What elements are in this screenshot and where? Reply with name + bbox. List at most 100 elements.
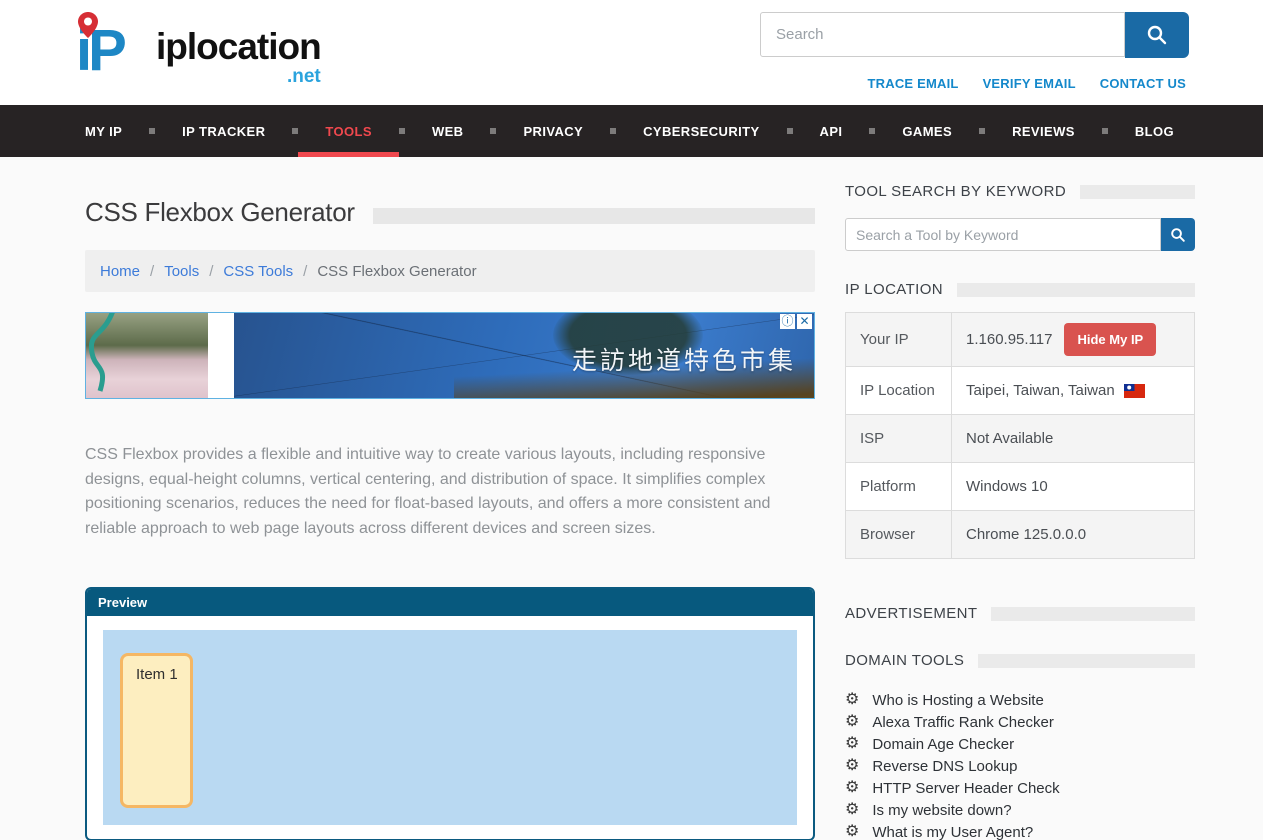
heading-decoration-bar [1080, 185, 1195, 199]
nav-item-my-ip[interactable]: MY IP [85, 105, 122, 157]
nav-item-web[interactable]: WEB [432, 105, 464, 157]
header-search-button[interactable] [1125, 12, 1189, 58]
nav-item-privacy[interactable]: PRIVACY [523, 105, 583, 157]
flexbox-demo-container: Item 1 [103, 630, 797, 825]
tool-search-button[interactable] [1161, 218, 1195, 251]
ad-info-icon[interactable]: ⓘ [780, 314, 795, 329]
domain-tools-heading: DOMAIN TOOLS [845, 652, 964, 669]
tool-search-heading: TOOL SEARCH BY KEYWORD [845, 183, 1066, 200]
breadcrumb-tools-link[interactable]: Tools [164, 263, 199, 280]
breadcrumb-css-tools-link[interactable]: CSS Tools [223, 263, 293, 280]
ad-banner[interactable]: 走訪地道特色市集 ⓘ ✕ [85, 312, 815, 399]
preview-panel-title: Preview [87, 589, 813, 616]
site-header: iP iplocation .net TRACE EMAIL VERIFY EM… [0, 0, 1263, 105]
nav-separator [1102, 128, 1108, 134]
preview-panel: Preview Item 1 [85, 587, 815, 840]
breadcrumb-current: CSS Flexbox Generator [317, 263, 476, 280]
nav-separator [490, 128, 496, 134]
domain-tool-link[interactable]: What is my User Agent? [872, 824, 1033, 840]
header-search [760, 12, 1189, 58]
table-row: IP Location Taipei, Taiwan, Taiwan [846, 367, 1194, 415]
nav-item-cybersecurity[interactable]: CYBERSECURITY [643, 105, 759, 157]
site-logo[interactable]: iP iplocation .net [76, 10, 321, 92]
gear-icon: ⚙ [845, 824, 859, 840]
heading-decoration-bar [991, 607, 1195, 621]
ad-squiggle-graphic [86, 313, 208, 400]
nav-item-games[interactable]: GAMES [902, 105, 952, 157]
preview-panel-body: Item 1 [87, 616, 813, 839]
table-row: Your IP 1.160.95.117 Hide My IP [846, 313, 1194, 367]
page-title: CSS Flexbox Generator [85, 197, 355, 228]
heading-decoration-bar [978, 654, 1195, 668]
gear-icon: ⚙ [845, 780, 859, 796]
breadcrumb: Home / Tools / CSS Tools / CSS Flexbox G… [85, 250, 815, 292]
trace-email-link[interactable]: TRACE EMAIL [868, 76, 959, 91]
ip-location-value: Taipei, Taiwan, Taiwan [966, 382, 1115, 399]
list-item[interactable]: ⚙ Who is Hosting a Website [845, 689, 1195, 711]
taiwan-flag-icon [1124, 384, 1145, 398]
domain-tools-list: ⚙ Who is Hosting a Website ⚙ Alexa Traff… [845, 689, 1195, 840]
nav-item-api[interactable]: API [820, 105, 843, 157]
list-item[interactable]: ⚙ HTTP Server Header Check [845, 777, 1195, 799]
ip-info-table: Your IP 1.160.95.117 Hide My IP IP Locat… [845, 312, 1195, 559]
list-item[interactable]: ⚙ Is my website down? [845, 799, 1195, 821]
row-label: Browser [846, 511, 952, 558]
logo-monogram: iP [76, 10, 154, 92]
tool-search [845, 218, 1195, 251]
nav-item-blog[interactable]: BLOG [1135, 105, 1174, 157]
breadcrumb-home-link[interactable]: Home [100, 263, 140, 280]
list-item[interactable]: ⚙ What is my User Agent? [845, 821, 1195, 840]
nav-item-tools[interactable]: TOOLS [325, 105, 372, 157]
isp-value: Not Available [966, 430, 1053, 447]
sidebar: TOOL SEARCH BY KEYWORD IP LOCATION Y [845, 157, 1195, 840]
flexbox-demo-item: Item 1 [120, 653, 193, 808]
gear-icon: ⚙ [845, 758, 859, 774]
nav-separator [979, 128, 985, 134]
domain-tool-link[interactable]: HTTP Server Header Check [872, 780, 1059, 797]
nav-separator [292, 128, 298, 134]
nav-item-reviews[interactable]: REVIEWS [1012, 105, 1075, 157]
gear-icon: ⚙ [845, 714, 859, 730]
gear-icon: ⚙ [845, 692, 859, 708]
main-nav: MY IP IP TRACKER TOOLS WEB PRIVACY CYBER… [0, 105, 1263, 157]
row-label: Your IP [846, 313, 952, 366]
verify-email-link[interactable]: VERIFY EMAIL [983, 76, 1076, 91]
advertisement-heading: ADVERTISEMENT [845, 605, 977, 622]
nav-separator [869, 128, 875, 134]
domain-tool-link[interactable]: Domain Age Checker [872, 736, 1014, 753]
domain-tool-link[interactable]: Is my website down? [872, 802, 1011, 819]
heading-decoration-bar [957, 283, 1195, 297]
list-item[interactable]: ⚙ Reverse DNS Lookup [845, 755, 1195, 777]
search-icon [1146, 24, 1168, 46]
gear-icon: ⚙ [845, 802, 859, 818]
breadcrumb-separator: / [150, 263, 154, 280]
ad-image-building: 走訪地道特色市集 ⓘ ✕ [234, 313, 814, 398]
nav-separator [610, 128, 616, 134]
list-item[interactable]: ⚙ Alexa Traffic Rank Checker [845, 711, 1195, 733]
page-content: CSS Flexbox Generator Home / Tools / CSS… [0, 157, 1263, 840]
your-ip-value: 1.160.95.117 [966, 331, 1052, 348]
domain-tool-link[interactable]: Alexa Traffic Rank Checker [872, 714, 1053, 731]
nav-item-ip-tracker[interactable]: IP TRACKER [182, 105, 265, 157]
tool-search-input[interactable] [845, 218, 1161, 251]
list-item[interactable]: ⚙ Domain Age Checker [845, 733, 1195, 755]
nav-separator [149, 128, 155, 134]
row-label: IP Location [846, 367, 952, 414]
contact-us-link[interactable]: CONTACT US [1100, 76, 1186, 91]
domain-tool-link[interactable]: Who is Hosting a Website [872, 692, 1043, 709]
logo-name: iplocation [156, 26, 321, 67]
title-decoration-bar [373, 208, 815, 224]
header-search-input[interactable] [760, 12, 1125, 57]
platform-value: Windows 10 [966, 478, 1048, 495]
breadcrumb-separator: / [303, 263, 307, 280]
nav-separator [787, 128, 793, 134]
gear-icon: ⚙ [845, 736, 859, 752]
hide-my-ip-button[interactable]: Hide My IP [1064, 323, 1156, 356]
domain-tool-link[interactable]: Reverse DNS Lookup [872, 758, 1017, 775]
ad-close-icon[interactable]: ✕ [797, 314, 812, 329]
ad-headline: 走訪地道特色市集 [572, 341, 796, 377]
nav-separator [399, 128, 405, 134]
browser-value: Chrome 125.0.0.0 [966, 526, 1086, 543]
main-column: CSS Flexbox Generator Home / Tools / CSS… [85, 157, 815, 840]
ad-image-landscape [86, 313, 208, 398]
